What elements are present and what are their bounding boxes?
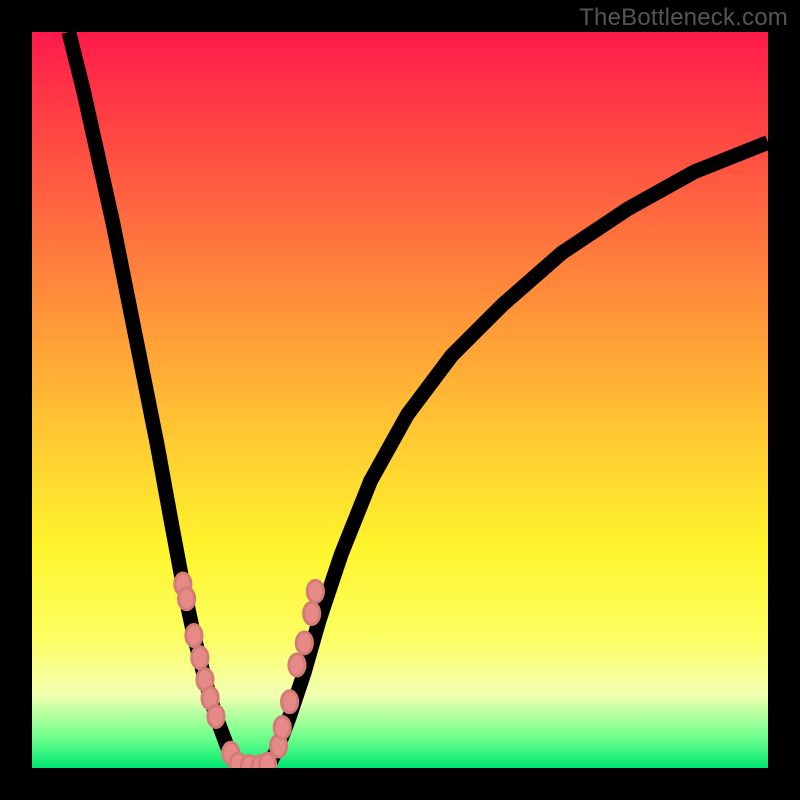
scatter-point	[304, 602, 320, 624]
scatter-point	[178, 588, 194, 610]
scatter-point	[307, 580, 323, 602]
scatter-point	[208, 705, 224, 727]
scatter-point	[296, 632, 312, 654]
curve-right	[268, 142, 768, 768]
chart-container: TheBottleneck.com	[0, 0, 800, 800]
scatter-point	[289, 654, 305, 676]
scatter-point	[282, 691, 298, 713]
scatter-point	[186, 624, 202, 646]
plot-area	[32, 32, 768, 768]
scatter-point	[274, 716, 290, 738]
watermark-text: TheBottleneck.com	[579, 4, 788, 32]
scatter-point	[192, 647, 208, 669]
chart-svg	[32, 32, 768, 768]
curve-left	[69, 32, 238, 768]
